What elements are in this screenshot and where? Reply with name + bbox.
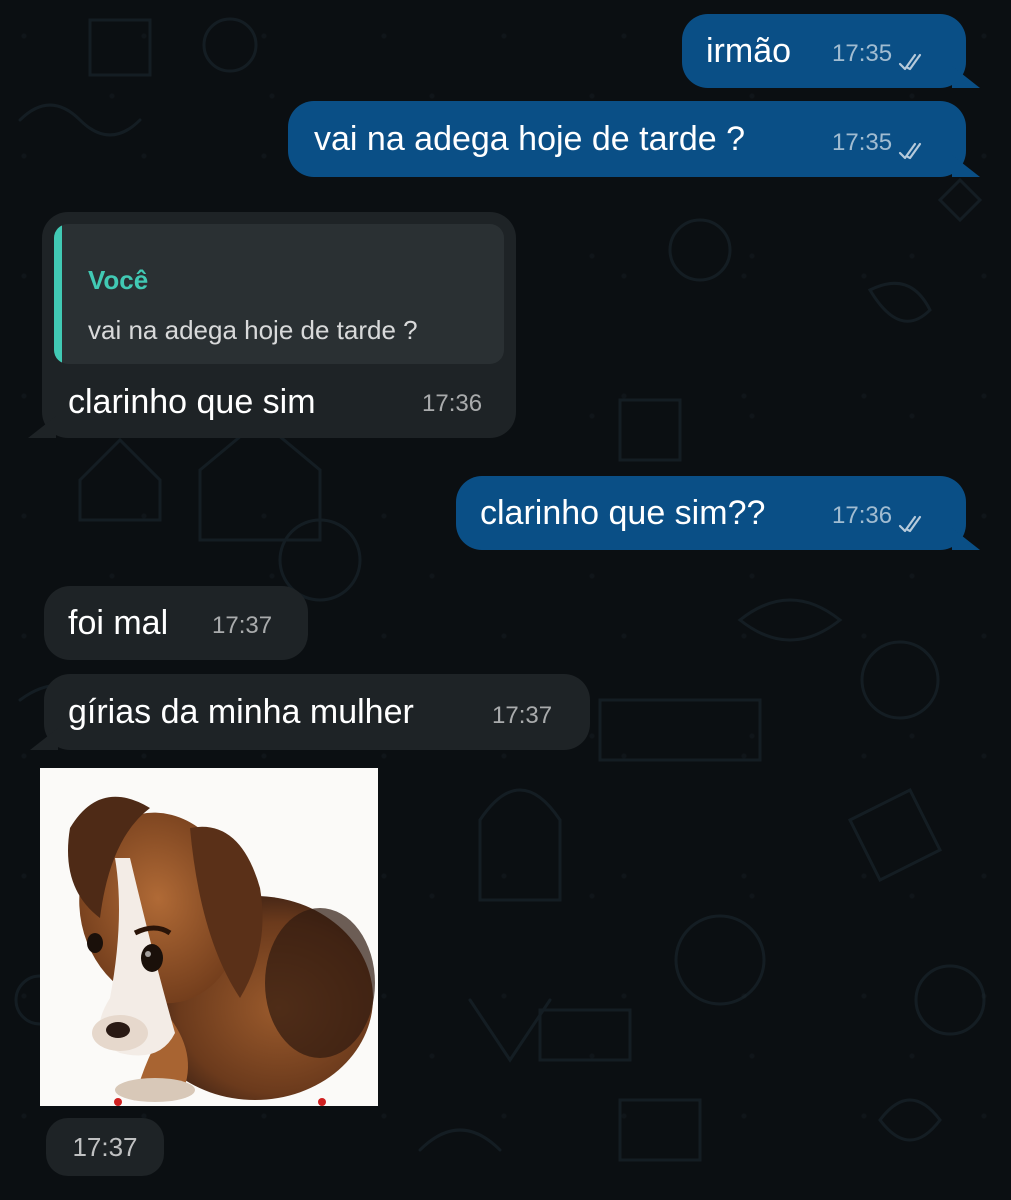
message-time: 17:35 bbox=[832, 40, 893, 67]
double-check-icon bbox=[898, 142, 922, 160]
puppy-illustration bbox=[68, 796, 375, 1106]
message-time: 17:37 bbox=[212, 612, 273, 639]
message-time: 17:37 bbox=[492, 702, 553, 729]
quote-author: Você bbox=[88, 265, 149, 295]
incoming-message[interactable]: gírias da minha mulher 17:37 bbox=[44, 674, 590, 750]
message-text: irmão bbox=[706, 32, 792, 70]
double-check-icon bbox=[898, 515, 922, 533]
message-text: vai na adega hoje de tarde ? bbox=[314, 120, 746, 158]
message-text: clarinho que sim bbox=[68, 383, 316, 421]
sad-puppy-sticker[interactable] bbox=[40, 768, 378, 1106]
quoted-message[interactable]: Você vai na adega hoje de tarde ? bbox=[54, 224, 504, 364]
incoming-message[interactable]: foi mal 17:37 bbox=[44, 586, 308, 660]
message-time: 17:35 bbox=[832, 129, 893, 156]
quote-text: vai na adega hoje de tarde ? bbox=[88, 315, 418, 345]
outgoing-message[interactable]: vai na adega hoje de tarde ? 17:35 bbox=[288, 101, 966, 177]
outgoing-message[interactable]: irmão 17:35 bbox=[682, 14, 966, 88]
incoming-reply-message[interactable]: Você vai na adega hoje de tarde ? clarin… bbox=[42, 212, 516, 438]
chat-area[interactable]: irmão 17:35 vai na adega hoje de tarde ?… bbox=[0, 0, 1011, 1200]
message-text: clarinho que sim?? bbox=[480, 494, 766, 532]
double-check-icon bbox=[898, 53, 922, 71]
message-time: 17:36 bbox=[832, 502, 893, 529]
sticker-time: 17:37 bbox=[46, 1118, 164, 1176]
outgoing-message[interactable]: clarinho que sim?? 17:36 bbox=[456, 476, 966, 550]
message-time: 17:36 bbox=[422, 390, 483, 417]
message-text: foi mal bbox=[68, 604, 169, 642]
message-text: gírias da minha mulher bbox=[68, 693, 414, 731]
quote-accent-bar bbox=[54, 224, 62, 364]
